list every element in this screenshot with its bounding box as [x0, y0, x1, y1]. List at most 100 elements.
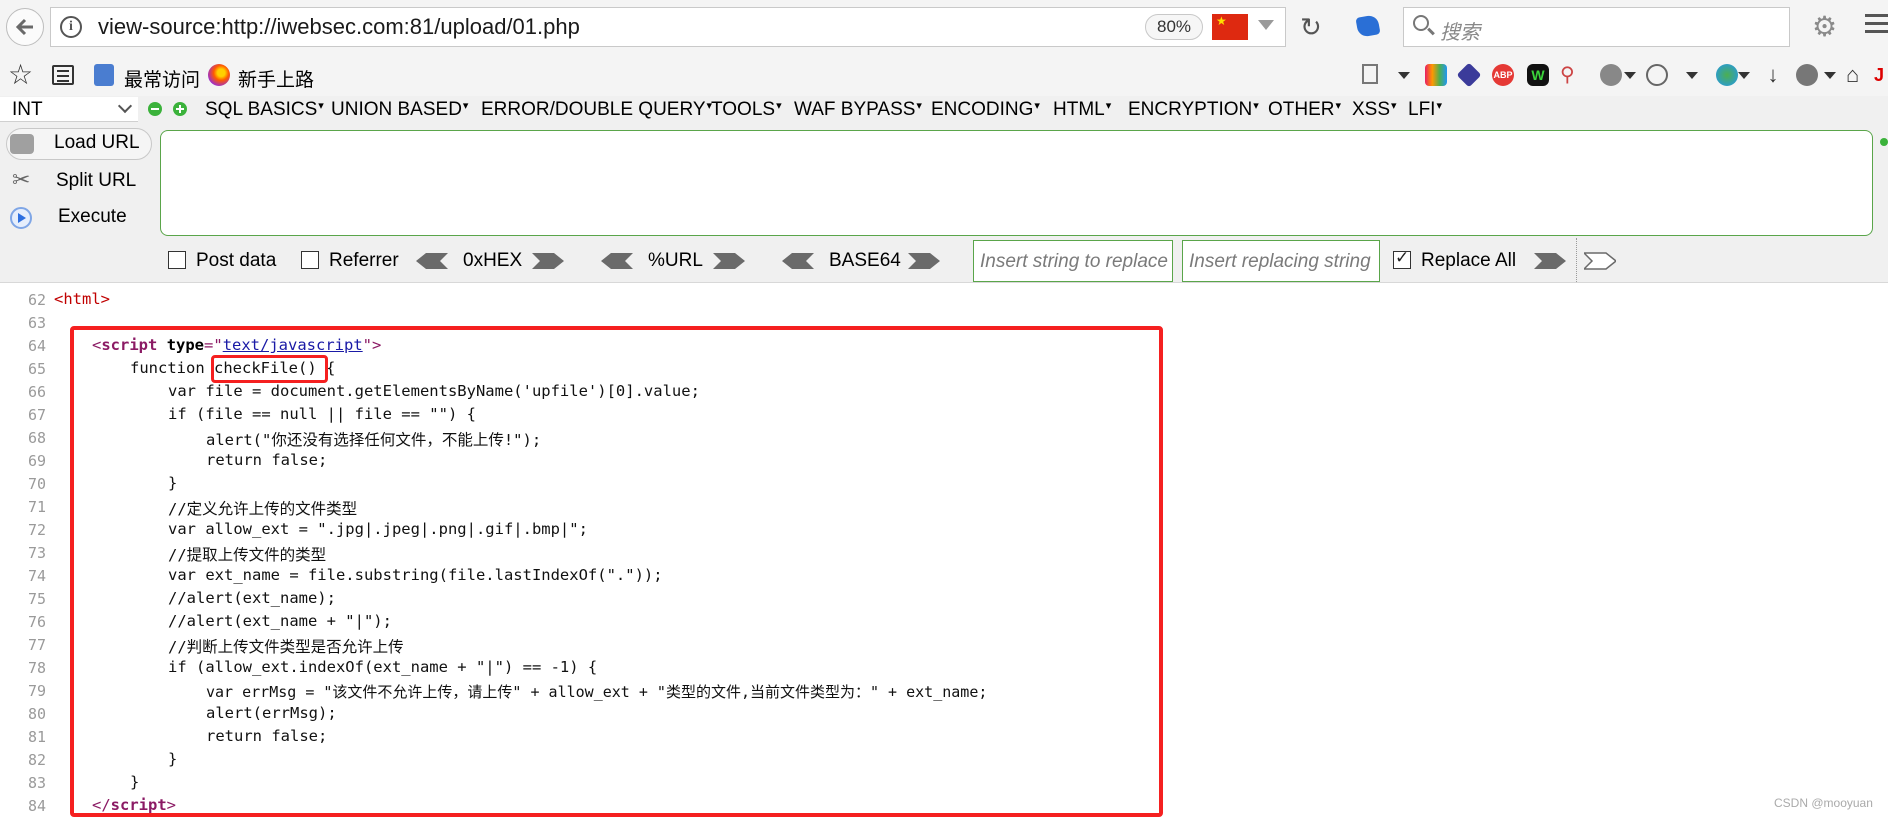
line-number: 67	[27, 406, 46, 424]
menu-sql-basics[interactable]: SQL BASICS	[205, 99, 324, 121]
arrow-right-icon[interactable]	[713, 252, 745, 270]
menu-encryption[interactable]: ENCRYPTION	[1128, 99, 1259, 121]
network-extension-icon[interactable]	[1716, 64, 1738, 86]
reader-list-icon[interactable]	[52, 65, 74, 85]
line-number: 80	[27, 705, 46, 723]
replacing-string-input[interactable]: Insert replacing string	[1182, 240, 1380, 282]
arrow-left-icon[interactable]	[782, 252, 814, 270]
line-number: 77	[27, 636, 46, 654]
home-icon[interactable]: ⌂	[1846, 64, 1868, 86]
type-select-value[interactable]: INT	[12, 99, 43, 121]
menu-html[interactable]: HTML	[1053, 99, 1111, 121]
referrer-label[interactable]: Referrer	[329, 250, 399, 272]
url-text[interactable]: view-source:http://iwebsec.com:81/upload…	[98, 14, 580, 40]
base64-label: BASE64	[829, 250, 901, 271]
post-data-label[interactable]: Post data	[196, 250, 276, 272]
line-number: 78	[27, 659, 46, 677]
line-number: 81	[27, 728, 46, 746]
line-number: 74	[27, 567, 46, 585]
magnifier-extension-icon[interactable]: ⚲	[1560, 64, 1582, 86]
zoom-indicator[interactable]: 80%	[1145, 14, 1203, 40]
reload-icon[interactable]: ↻	[1300, 12, 1322, 42]
w-extension-icon[interactable]: W	[1527, 64, 1549, 86]
menu-tools[interactable]: TOOLS	[711, 99, 782, 121]
replace-all-label[interactable]: Replace All	[1421, 250, 1516, 272]
hackbar-url-textarea[interactable]	[160, 130, 1873, 236]
execute-button[interactable]: Execute	[58, 206, 127, 228]
referrer-checkbox[interactable]	[301, 251, 319, 269]
menu-other[interactable]: OTHER	[1268, 99, 1341, 121]
chevron-down-icon[interactable]	[1624, 72, 1636, 79]
script-highlight-box	[70, 326, 1163, 817]
chevron-down-icon[interactable]	[1738, 72, 1750, 79]
arrow-right-icon[interactable]	[1584, 252, 1616, 270]
bookmark-star-icon[interactable]: ☆	[8, 60, 33, 90]
line-number: 79	[27, 682, 46, 700]
line-number: 83	[27, 774, 46, 792]
back-button[interactable]	[6, 8, 44, 46]
menu-waf-bypass[interactable]: WAF BYPASS	[794, 99, 922, 121]
post-data-checkbox[interactable]	[168, 251, 186, 269]
arrow-right-icon[interactable]	[908, 252, 940, 270]
watermark: CSDN @mooyuan	[1774, 796, 1873, 810]
html-open-tag: <html>	[54, 290, 110, 308]
back-arrow-icon	[15, 18, 33, 36]
line-number: 71	[27, 498, 46, 516]
hamburger-menu-icon[interactable]	[1865, 14, 1888, 40]
chevron-down-icon[interactable]	[1398, 72, 1410, 79]
download-icon[interactable]: ↓	[1762, 64, 1784, 86]
hex-label: 0xHEX	[463, 250, 523, 271]
rainbow-extension-icon[interactable]	[1425, 64, 1447, 86]
plus-icon[interactable]	[173, 102, 187, 116]
line-number: 65	[27, 360, 46, 378]
execute-play-icon[interactable]	[10, 207, 32, 229]
chevron-down-icon[interactable]	[1824, 72, 1836, 79]
arrow-right-icon[interactable]	[1534, 252, 1566, 270]
menu-union-based[interactable]: UNION BASED	[331, 99, 468, 121]
most-visited-icon[interactable]	[94, 64, 114, 86]
line-number: 76	[27, 613, 46, 631]
globe-extension-icon[interactable]	[1600, 64, 1622, 86]
sync-icon[interactable]	[1796, 64, 1818, 86]
side-indicator-icon	[1880, 138, 1888, 146]
line-number: 75	[27, 590, 46, 608]
search-placeholder[interactable]: 搜索	[1440, 16, 1480, 45]
search-icon	[1413, 15, 1429, 31]
load-url-icon[interactable]	[10, 134, 34, 154]
load-url-label[interactable]: Load URL	[54, 132, 140, 154]
j-extension-icon[interactable]: J	[1874, 64, 1888, 86]
menu-lfi[interactable]: LFI	[1408, 99, 1442, 121]
replace-string-input[interactable]: Insert string to replace	[973, 240, 1173, 282]
minus-icon[interactable]	[148, 102, 162, 116]
line-number: 62	[27, 291, 46, 309]
line-number: 64	[27, 337, 46, 355]
chevron-down-icon[interactable]	[1686, 72, 1698, 79]
line-number: 72	[27, 521, 46, 539]
scissors-icon[interactable]: ✂	[12, 166, 30, 194]
arrow-left-icon[interactable]	[416, 252, 448, 270]
line-number: 84	[27, 797, 46, 815]
bookmark-most-visited[interactable]: 最常访问	[124, 65, 200, 92]
line-number: 82	[27, 751, 46, 769]
firefox-icon[interactable]	[208, 64, 230, 86]
arrow-left-icon[interactable]	[601, 252, 633, 270]
checkfile-highlight-box	[211, 355, 328, 383]
split-url-button[interactable]: Split URL	[56, 170, 136, 192]
flag-dropdown-icon[interactable]	[1258, 20, 1274, 30]
page-info-icon[interactable]: i	[60, 16, 82, 38]
divider	[1576, 238, 1577, 282]
line-number: 69	[27, 452, 46, 470]
line-number: 68	[27, 429, 46, 447]
page-action-icon[interactable]	[1362, 64, 1378, 84]
replace-all-checkbox[interactable]	[1393, 248, 1411, 269]
adblock-icon[interactable]: ABP	[1492, 64, 1514, 86]
menu-error-double-query[interactable]: ERROR/DOUBLE QUERY	[481, 99, 712, 121]
menu-encoding[interactable]: ENCODING	[931, 99, 1040, 121]
menu-xss[interactable]: XSS	[1352, 99, 1397, 121]
arrow-right-icon[interactable]	[532, 252, 564, 270]
bookmark-getting-started[interactable]: 新手上路	[238, 65, 314, 92]
gear-icon[interactable]: ⚙	[1812, 12, 1837, 42]
line-number: 70	[27, 475, 46, 493]
line-number: 63	[27, 314, 46, 332]
palette-icon[interactable]	[1646, 64, 1668, 86]
